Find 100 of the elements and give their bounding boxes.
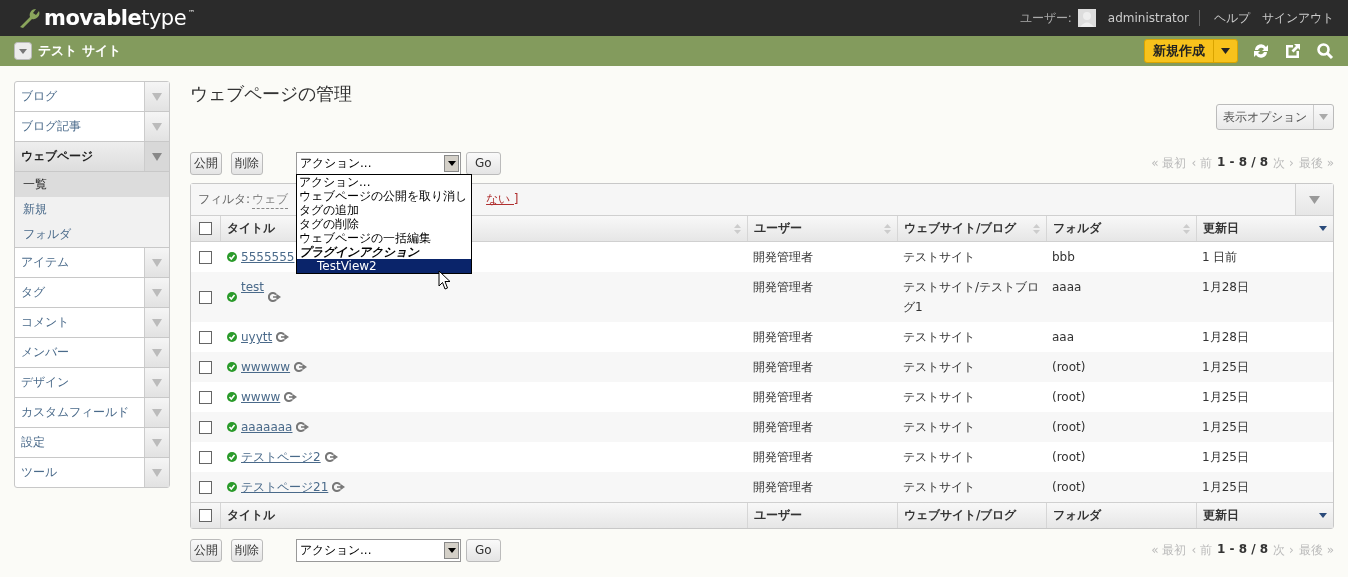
published-check-icon xyxy=(227,252,237,262)
sidebar-subitem[interactable]: 新規 xyxy=(15,197,169,222)
title-link[interactable]: aaaaaaa xyxy=(241,417,293,437)
row-checkbox[interactable] xyxy=(199,390,212,404)
column-header[interactable]: ユーザー xyxy=(754,220,802,237)
select-all-checkbox[interactable] xyxy=(199,509,212,522)
view-page-icon[interactable] xyxy=(296,422,310,432)
wrench-icon xyxy=(18,7,42,29)
title-link[interactable]: テストページ21 xyxy=(241,477,329,497)
title-link[interactable]: 5555555 xyxy=(241,247,295,267)
menu-option[interactable]: TestView2 xyxy=(297,258,471,273)
caret-icon[interactable] xyxy=(447,160,456,166)
table-cell-text: 1 日前 xyxy=(1202,249,1238,266)
search-icon[interactable] xyxy=(1316,42,1334,60)
table-cell-text: (root) xyxy=(1052,419,1086,436)
sidebar-item[interactable]: メンバー xyxy=(15,338,144,367)
new-button[interactable]: 新規作成 xyxy=(1144,39,1238,63)
menu-option[interactable]: アクション... xyxy=(297,174,471,189)
column-header[interactable]: ウェブサイト/ブログ xyxy=(904,507,1017,524)
sidebar-item[interactable]: コメント xyxy=(15,308,144,337)
sidebar-item[interactable]: ツール xyxy=(15,458,144,487)
sidebar-item[interactable]: アイテム xyxy=(15,248,144,277)
row-checkbox[interactable] xyxy=(199,360,212,374)
published-check-icon xyxy=(227,422,237,432)
sidebar-item[interactable]: カスタムフィールド xyxy=(15,398,144,427)
menu-option[interactable]: ウェブページの公開を取り消し xyxy=(297,188,471,203)
action-button[interactable]: 削除 xyxy=(231,538,263,562)
row-checkbox[interactable] xyxy=(199,420,212,434)
user-label: ユーザー: xyxy=(1019,9,1072,27)
refresh-icon[interactable] xyxy=(1252,42,1270,60)
row-checkbox[interactable] xyxy=(199,450,212,464)
display-options-button[interactable]: 表示オプション xyxy=(1216,104,1334,130)
filter-link[interactable]: ウェブ xyxy=(252,190,289,209)
table-cell-text: テストサイト xyxy=(903,329,975,346)
table-cell-text: 1月28日 xyxy=(1202,279,1249,296)
column-header[interactable]: フォルダ xyxy=(1053,507,1101,524)
table-cell-text: (root) xyxy=(1052,389,1086,406)
caret-icon[interactable] xyxy=(1221,48,1230,54)
view-page-icon[interactable] xyxy=(332,482,346,492)
page-title: ウェブページの管理 xyxy=(190,82,352,106)
column-header[interactable]: フォルダ xyxy=(1053,220,1101,237)
sort-desc-icon[interactable] xyxy=(1319,513,1327,518)
table-cell-text: テストサイト xyxy=(903,479,975,496)
column-header[interactable]: ユーザー xyxy=(754,507,802,524)
view-page-icon[interactable] xyxy=(324,452,338,462)
select-all-checkbox[interactable] xyxy=(199,222,212,235)
action-select[interactable]: アクション... xyxy=(296,538,461,562)
row-checkbox[interactable] xyxy=(199,480,212,494)
title-link[interactable]: テストページ2 xyxy=(241,447,321,467)
column-header[interactable]: ウェブサイト/ブログ xyxy=(904,220,1017,237)
menu-option[interactable]: タグの削除 xyxy=(297,216,471,231)
user-link[interactable]: administrator xyxy=(1107,11,1189,25)
header-link[interactable]: サインアウト xyxy=(1262,9,1334,27)
menu-option[interactable]: タグの追加 xyxy=(297,202,471,217)
sidebar-item[interactable]: ブログ記事 xyxy=(15,112,144,141)
sidebar-item[interactable]: ブログ xyxy=(15,82,144,111)
table-cell-text: bbb xyxy=(1052,249,1075,266)
column-header[interactable]: タイトル xyxy=(227,220,275,237)
table-cell-text: 開発管理者 xyxy=(753,389,813,406)
view-page-icon[interactable] xyxy=(276,332,290,342)
table-cell-text: (root) xyxy=(1052,359,1086,376)
dropdown-icon[interactable] xyxy=(14,42,32,60)
view-page-icon[interactable] xyxy=(268,292,282,302)
row-checkbox[interactable] xyxy=(199,290,212,304)
column-header[interactable]: 更新日 xyxy=(1203,220,1239,237)
sidebar-item[interactable]: 設定 xyxy=(15,428,144,457)
go-button[interactable]: Go xyxy=(466,151,501,175)
action-button[interactable]: 公開 xyxy=(190,538,222,562)
expand-caret-icon[interactable] xyxy=(152,152,162,161)
view-page-icon[interactable] xyxy=(284,392,298,402)
action-button[interactable]: 削除 xyxy=(231,151,263,175)
action-button[interactable]: 公開 xyxy=(190,151,222,175)
caret-icon[interactable] xyxy=(447,547,456,553)
menu-option[interactable]: ウェブページの一括編集 xyxy=(297,230,471,245)
table-cell-text: テストサイト xyxy=(903,419,975,436)
sort-desc-icon[interactable] xyxy=(1319,226,1327,231)
sidebar-item[interactable]: デザイン xyxy=(15,368,144,397)
title-link[interactable]: wwww xyxy=(241,387,281,407)
title-link[interactable]: test xyxy=(241,277,265,297)
table-cell-text: テストサイト xyxy=(903,249,975,266)
go-button[interactable]: Go xyxy=(466,538,501,562)
column-header[interactable]: 更新日 xyxy=(1203,507,1239,524)
sidebar-subitem[interactable]: フォルダ xyxy=(15,222,169,247)
title-link[interactable]: uyytt xyxy=(241,327,273,347)
header-link[interactable]: ヘルプ xyxy=(1214,9,1250,27)
column-header[interactable]: タイトル xyxy=(227,507,275,524)
sidebar-subitem[interactable]: 一覧 xyxy=(15,172,169,197)
sidebar-item[interactable]: タグ xyxy=(15,278,144,307)
avatar-icon xyxy=(1077,9,1096,27)
published-check-icon xyxy=(227,362,237,372)
external-link-icon[interactable] xyxy=(1284,42,1302,60)
title-link[interactable]: wwwww xyxy=(241,357,291,377)
filter-reset-link[interactable]: ない ] xyxy=(486,191,519,208)
row-checkbox[interactable] xyxy=(199,250,212,264)
filter-toggle[interactable] xyxy=(1295,184,1333,215)
view-page-icon[interactable] xyxy=(294,362,308,372)
action-select[interactable]: アクション... xyxy=(296,151,461,175)
row-checkbox[interactable] xyxy=(199,330,212,344)
published-check-icon xyxy=(227,392,237,402)
menu-option[interactable]: プラグインアクション xyxy=(297,244,471,259)
